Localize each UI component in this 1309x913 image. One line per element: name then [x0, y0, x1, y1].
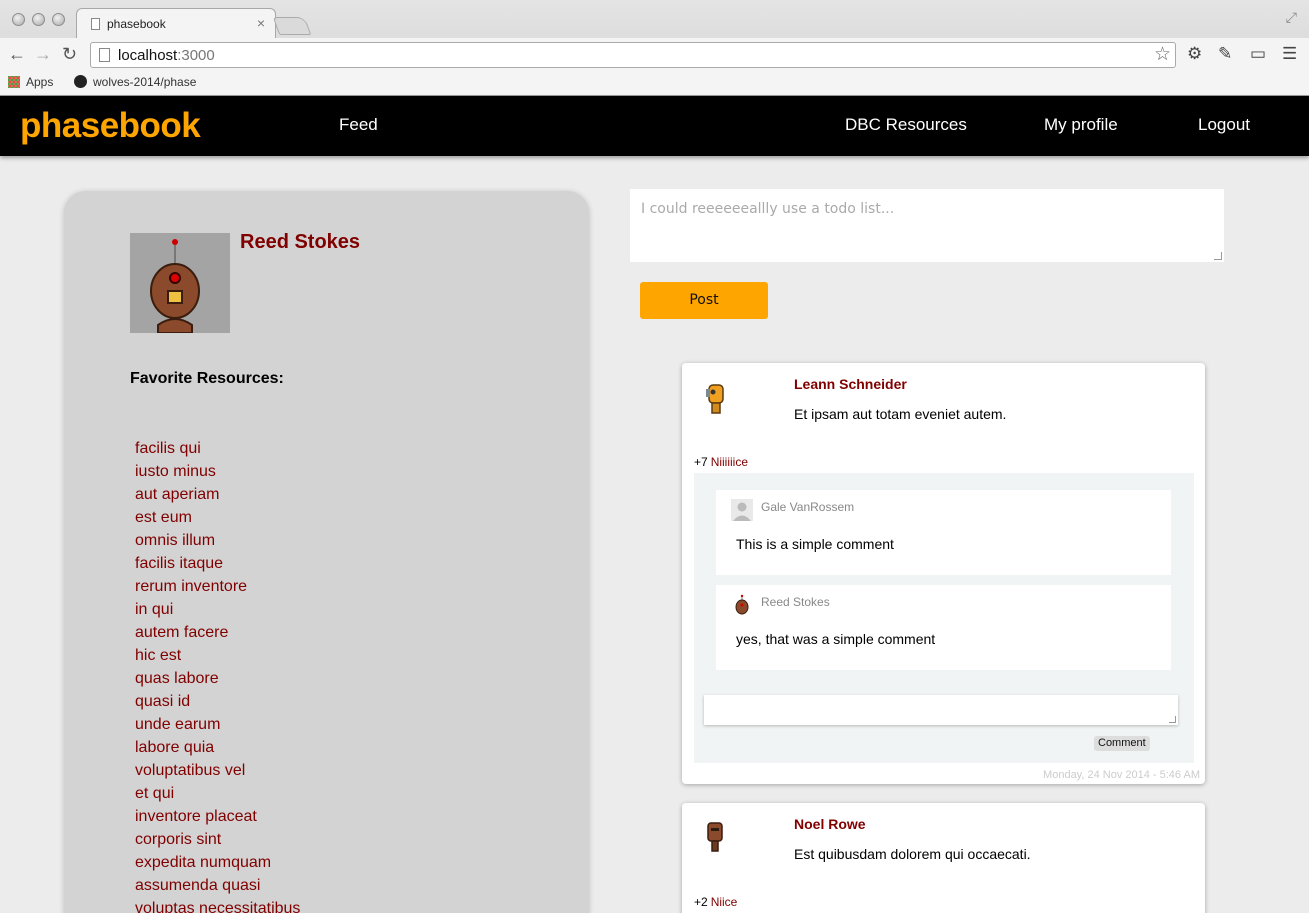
favorite-resource-link[interactable]: iusto minus: [135, 463, 300, 486]
vote-count: +7: [694, 455, 708, 469]
close-tab-icon[interactable]: ×: [257, 15, 265, 31]
eyedropper-icon[interactable]: ✎: [1218, 44, 1232, 64]
favorite-resource-link[interactable]: expedita numquam: [135, 854, 300, 877]
brand-logo[interactable]: phasebook: [20, 106, 201, 146]
browser-chrome: phasebook × ⤢ ← → ↻ localhost:3000 ☆ ⚙ ✎…: [0, 0, 1309, 96]
page-icon: [91, 18, 100, 30]
comment-avatar: [731, 594, 753, 616]
post-author-avatar: [700, 379, 730, 415]
minimize-window-button[interactable]: [32, 13, 45, 26]
feed-post: Noel Rowe Est quibusdam dolorem qui occa…: [682, 803, 1205, 913]
vote-count: +2: [694, 895, 708, 909]
zoom-window-button[interactable]: [52, 13, 65, 26]
new-tab-button[interactable]: [272, 17, 312, 35]
favorite-resource-link[interactable]: quasi id: [135, 693, 300, 716]
favorite-resource-link[interactable]: labore quia: [135, 739, 300, 762]
comment-textarea[interactable]: [704, 695, 1178, 725]
default-user-icon: [731, 499, 753, 521]
post-text: Est quibusdam dolorem qui occaecati.: [794, 846, 1031, 862]
site-navbar: phasebook Feed DBC Resources My profile …: [0, 96, 1309, 156]
profile-name: Reed Stokes: [240, 231, 361, 253]
robot-avatar-icon: [706, 384, 724, 414]
feed-post: Leann Schneider Et ipsam aut totam eveni…: [682, 363, 1205, 784]
favorites-heading: Favorite Resources:: [130, 370, 284, 387]
tab-title: phasebook: [107, 17, 166, 31]
favorite-resource-link[interactable]: in qui: [135, 601, 300, 624]
profile-avatar: [130, 233, 230, 333]
favorite-resource-link[interactable]: inventore placeat: [135, 808, 300, 831]
robot-avatar-icon: [735, 594, 749, 615]
favorite-resource-link[interactable]: quas labore: [135, 670, 300, 693]
comment-text: yes, that was a simple comment: [736, 631, 936, 647]
browser-toolbar: ← → ↻ localhost:3000 ☆ ⚙ ✎ ▭ ☰: [0, 38, 1309, 72]
post-votes: +2 Niice: [694, 895, 737, 909]
address-bar[interactable]: localhost:3000 ☆: [90, 42, 1176, 68]
favorite-resource-link[interactable]: voluptatibus vel: [135, 762, 300, 785]
favorite-resource-link[interactable]: rerum inventore: [135, 578, 300, 601]
forward-arrow-icon[interactable]: →: [34, 42, 52, 66]
post-author-link[interactable]: Noel Rowe: [794, 816, 866, 832]
post-text: Et ipsam aut totam eveniet autem.: [794, 406, 1007, 422]
url-text: localhost:3000: [118, 47, 215, 64]
nav-feed[interactable]: Feed: [339, 115, 378, 135]
comment-author[interactable]: Gale VanRossem: [761, 500, 854, 514]
github-icon: [74, 75, 87, 88]
apps-grid-icon: [8, 76, 20, 88]
browser-tab[interactable]: phasebook ×: [76, 8, 276, 38]
robot-avatar-icon: [150, 239, 200, 333]
bookmarks-bar: Apps wolves-2014/phase: [0, 72, 1309, 95]
bookmark-star-icon[interactable]: ☆: [1154, 43, 1171, 66]
vote-link[interactable]: Niice: [711, 895, 738, 909]
post-timestamp: Monday, 24 Nov 2014 - 5:46 AM: [1043, 769, 1200, 781]
comment-button[interactable]: Comment: [1094, 736, 1150, 751]
settings-gear-icon[interactable]: ⚙: [1187, 44, 1202, 64]
favorite-resource-link[interactable]: hic est: [135, 647, 300, 670]
post-author-link[interactable]: Leann Schneider: [794, 376, 907, 392]
post-button[interactable]: Post: [640, 282, 768, 319]
favorite-resource-link[interactable]: omnis illum: [135, 532, 300, 555]
favorite-resource-link[interactable]: autem facere: [135, 624, 300, 647]
nav-my-profile[interactable]: My profile: [1044, 115, 1118, 135]
profile-card: Reed Stokes Favorite Resources: facilis …: [64, 191, 589, 913]
post-author-avatar: [700, 819, 730, 855]
reload-icon[interactable]: ↻: [62, 42, 77, 66]
post-textarea[interactable]: I could reeeeeeallly use a todo list...: [630, 189, 1224, 262]
favorite-resource-link[interactable]: et qui: [135, 785, 300, 808]
comment-author[interactable]: Reed Stokes: [761, 595, 830, 609]
comment-avatar: [731, 499, 753, 521]
favorite-resource-link[interactable]: corporis sint: [135, 831, 300, 854]
back-arrow-icon[interactable]: ←: [8, 42, 26, 66]
favorite-resource-link[interactable]: aut aperiam: [135, 486, 300, 509]
comment: Gale VanRossem This is a simple comment: [716, 490, 1171, 575]
comment-text: This is a simple comment: [736, 536, 894, 552]
favorite-resource-link[interactable]: assumenda quasi: [135, 877, 300, 900]
page-icon: [99, 48, 110, 62]
vote-link[interactable]: Niiiiiice: [711, 455, 748, 469]
menu-icon[interactable]: ☰: [1282, 44, 1297, 64]
favorite-resource-link[interactable]: facilis itaque: [135, 555, 300, 578]
favorite-resource-link[interactable]: facilis qui: [135, 440, 300, 463]
robot-avatar-icon: [707, 822, 723, 852]
nav-dbc-resources[interactable]: DBC Resources: [845, 115, 967, 135]
comment: Reed Stokes yes, that was a simple comme…: [716, 585, 1171, 670]
favorite-resource-link[interactable]: unde earum: [135, 716, 300, 739]
comments-section: Gale VanRossem This is a simple comment …: [694, 473, 1194, 763]
close-window-button[interactable]: [12, 13, 25, 26]
post-votes: +7 Niiiiiice: [694, 455, 748, 469]
bookmark-github[interactable]: wolves-2014/phase: [74, 75, 196, 89]
favorite-resource-link[interactable]: voluptas necessitatibus: [135, 900, 300, 913]
favorite-resource-link[interactable]: est eum: [135, 509, 300, 532]
cast-icon[interactable]: ▭: [1250, 44, 1266, 64]
fullscreen-icon[interactable]: ⤢: [1286, 9, 1297, 26]
nav-logout[interactable]: Logout: [1198, 115, 1250, 135]
favorites-list: facilis qui iusto minus aut aperiam est …: [135, 440, 300, 913]
bookmark-apps[interactable]: Apps: [8, 75, 53, 89]
